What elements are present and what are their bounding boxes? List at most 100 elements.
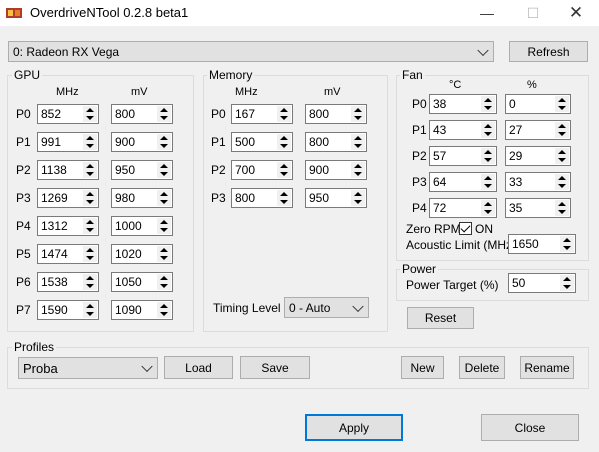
spin-up-icon[interactable] <box>83 134 97 142</box>
spin-down-icon[interactable] <box>83 114 97 122</box>
spin-up-icon[interactable] <box>157 302 171 310</box>
spin-up-icon[interactable] <box>157 106 171 114</box>
save-button[interactable]: Save <box>240 356 310 379</box>
fan-temp-spinner[interactable]: 57 <box>429 146 497 166</box>
memory-mhz-spinner[interactable]: 500 <box>231 132 293 152</box>
fan-pct-spinner[interactable]: 0 <box>505 94 571 114</box>
spin-up-icon[interactable] <box>83 190 97 198</box>
spin-up-icon[interactable] <box>481 96 495 104</box>
maximize-icon[interactable]: ☐ <box>510 0 556 26</box>
memory-mv-spinner[interactable]: 800 <box>305 132 367 152</box>
spin-up-icon[interactable] <box>555 200 569 208</box>
spin-up-icon[interactable] <box>277 106 291 114</box>
spin-up-icon[interactable] <box>83 218 97 226</box>
spin-down-icon[interactable] <box>481 104 495 112</box>
spin-up-icon[interactable] <box>481 148 495 156</box>
memory-mhz-spinner[interactable]: 700 <box>231 160 293 180</box>
fan-pct-spinner[interactable]: 35 <box>505 198 571 218</box>
acoustic-limit-spinner[interactable]: 1650 <box>508 234 576 254</box>
fan-pct-spinner[interactable]: 27 <box>505 120 571 140</box>
memory-mv-spinner[interactable]: 950 <box>305 188 367 208</box>
spin-down-icon[interactable] <box>157 226 171 234</box>
fan-temp-spinner[interactable]: 72 <box>429 198 497 218</box>
spin-down-icon[interactable] <box>351 142 365 150</box>
device-select[interactable]: 0: Radeon RX Vega <box>8 41 494 62</box>
spin-up-icon[interactable] <box>83 302 97 310</box>
memory-mv-spinner[interactable]: 900 <box>305 160 367 180</box>
spin-down-icon[interactable] <box>157 114 171 122</box>
close-icon[interactable]: ✕ <box>553 0 599 26</box>
spin-down-icon[interactable] <box>351 170 365 178</box>
gpu-mv-spinner[interactable]: 1020 <box>111 244 173 264</box>
spin-up-icon[interactable] <box>481 200 495 208</box>
spin-up-icon[interactable] <box>351 106 365 114</box>
spin-down-icon[interactable] <box>277 198 291 206</box>
spin-up-icon[interactable] <box>157 162 171 170</box>
spin-down-icon[interactable] <box>157 170 171 178</box>
spin-up-icon[interactable] <box>555 96 569 104</box>
gpu-mhz-spinner[interactable]: 1474 <box>37 244 99 264</box>
gpu-mv-spinner[interactable]: 1050 <box>111 272 173 292</box>
spin-up-icon[interactable] <box>481 122 495 130</box>
spin-up-icon[interactable] <box>277 190 291 198</box>
fan-temp-spinner[interactable]: 38 <box>429 94 497 114</box>
profile-select[interactable]: Proba <box>18 357 158 379</box>
zero-rpm-checkbox[interactable] <box>459 222 472 235</box>
spin-down-icon[interactable] <box>157 254 171 262</box>
spin-down-icon[interactable] <box>555 130 569 138</box>
gpu-mhz-spinner[interactable]: 1269 <box>37 188 99 208</box>
gpu-mhz-spinner[interactable]: 852 <box>37 104 99 124</box>
spin-up-icon[interactable] <box>83 274 97 282</box>
spin-up-icon[interactable] <box>157 134 171 142</box>
memory-mhz-spinner[interactable]: 167 <box>231 104 293 124</box>
power-target-spinner[interactable]: 50 <box>508 273 576 293</box>
gpu-mhz-spinner[interactable]: 1138 <box>37 160 99 180</box>
gpu-mv-spinner[interactable]: 1000 <box>111 216 173 236</box>
load-button[interactable]: Load <box>164 356 233 379</box>
gpu-mv-spinner[interactable]: 1090 <box>111 300 173 320</box>
gpu-mhz-spinner[interactable]: 991 <box>37 132 99 152</box>
spin-up-icon[interactable] <box>351 134 365 142</box>
spin-down-icon[interactable] <box>481 130 495 138</box>
gpu-mv-spinner[interactable]: 950 <box>111 160 173 180</box>
spin-down-icon[interactable] <box>83 170 97 178</box>
spin-up-icon[interactable] <box>481 174 495 182</box>
spin-down-icon[interactable] <box>277 170 291 178</box>
apply-button[interactable]: Apply <box>305 414 403 441</box>
spin-up-icon[interactable] <box>157 218 171 226</box>
reset-button[interactable]: Reset <box>407 307 474 329</box>
memory-mv-spinner[interactable]: 800 <box>305 104 367 124</box>
new-profile-button[interactable]: New <box>401 356 444 379</box>
spin-down-icon[interactable] <box>351 114 365 122</box>
spin-down-icon[interactable] <box>555 182 569 190</box>
gpu-mhz-spinner[interactable]: 1538 <box>37 272 99 292</box>
spin-down-icon[interactable] <box>481 182 495 190</box>
spin-down-icon[interactable] <box>555 156 569 164</box>
spin-down-icon[interactable] <box>560 283 574 291</box>
spin-up-icon[interactable] <box>351 190 365 198</box>
spin-down-icon[interactable] <box>83 226 97 234</box>
fan-temp-spinner[interactable]: 43 <box>429 120 497 140</box>
spin-down-icon[interactable] <box>157 142 171 150</box>
gpu-mv-spinner[interactable]: 900 <box>111 132 173 152</box>
spin-down-icon[interactable] <box>83 282 97 290</box>
spin-down-icon[interactable] <box>555 208 569 216</box>
spin-down-icon[interactable] <box>83 198 97 206</box>
gpu-mhz-spinner[interactable]: 1590 <box>37 300 99 320</box>
timing-level-select[interactable]: 0 - Auto <box>284 297 369 318</box>
refresh-button[interactable]: Refresh <box>509 41 588 62</box>
spin-up-icon[interactable] <box>555 174 569 182</box>
spin-down-icon[interactable] <box>83 142 97 150</box>
spin-up-icon[interactable] <box>560 236 574 244</box>
spin-up-icon[interactable] <box>83 106 97 114</box>
delete-profile-button[interactable]: Delete <box>459 356 505 379</box>
gpu-mv-spinner[interactable]: 980 <box>111 188 173 208</box>
spin-down-icon[interactable] <box>157 310 171 318</box>
spin-down-icon[interactable] <box>277 114 291 122</box>
rename-profile-button[interactable]: Rename <box>520 356 574 379</box>
gpu-mv-spinner[interactable]: 800 <box>111 104 173 124</box>
fan-pct-spinner[interactable]: 29 <box>505 146 571 166</box>
spin-up-icon[interactable] <box>560 275 574 283</box>
spin-down-icon[interactable] <box>555 104 569 112</box>
minimize-icon[interactable]: — <box>464 0 510 26</box>
